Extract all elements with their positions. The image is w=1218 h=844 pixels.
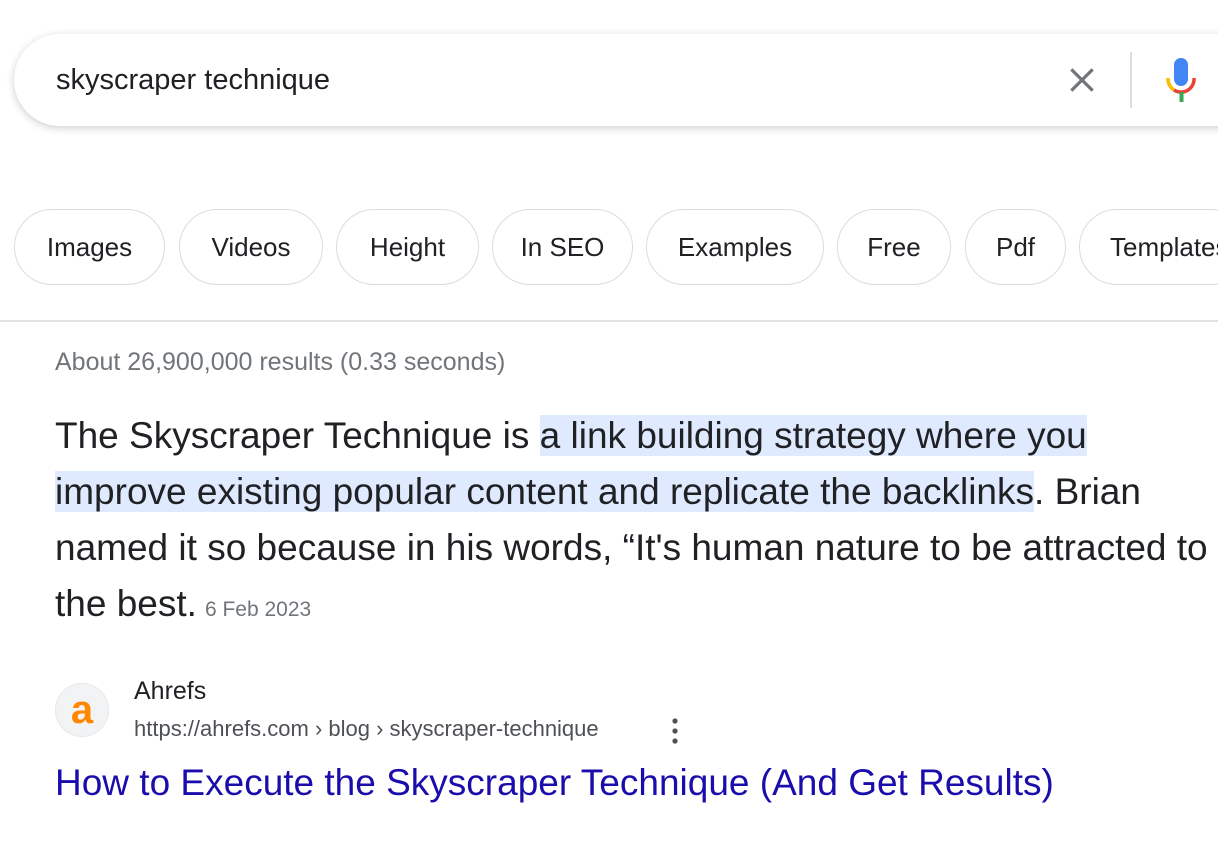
result-url[interactable]: https://ahrefs.com › blog › skyscraper-t…: [134, 716, 599, 742]
chip-pdf[interactable]: Pdf: [965, 209, 1066, 285]
divider: [0, 320, 1218, 322]
result-stats: About 26,900,000 results (0.33 seconds): [55, 348, 506, 376]
close-icon[interactable]: [1066, 64, 1098, 96]
chip-templates[interactable]: Templates: [1079, 209, 1218, 285]
chip-in-seo[interactable]: In SEO: [492, 209, 633, 285]
chip-images[interactable]: Images: [14, 209, 165, 285]
featured-snippet: The Skyscraper Technique is a link build…: [55, 408, 1215, 638]
search-box[interactable]: skyscraper technique: [14, 34, 1218, 126]
chip-free[interactable]: Free: [837, 209, 951, 285]
snippet-date: 6 Feb 2023: [204, 598, 312, 621]
chip-height[interactable]: Height: [336, 209, 479, 285]
divider: [1130, 52, 1132, 108]
more-vert-icon[interactable]: [664, 716, 686, 746]
favicon-letter: a: [70, 688, 94, 732]
snippet-text: The Skyscraper Technique is: [55, 415, 540, 456]
search-input[interactable]: skyscraper technique: [56, 64, 330, 97]
result-title-link[interactable]: How to Execute the Skyscraper Technique …: [55, 762, 1054, 804]
chip-videos[interactable]: Videos: [179, 209, 323, 285]
microphone-icon[interactable]: [1164, 58, 1198, 106]
favicon[interactable]: a: [55, 683, 109, 737]
chip-examples[interactable]: Examples: [646, 209, 824, 285]
site-name[interactable]: Ahrefs: [134, 677, 206, 706]
